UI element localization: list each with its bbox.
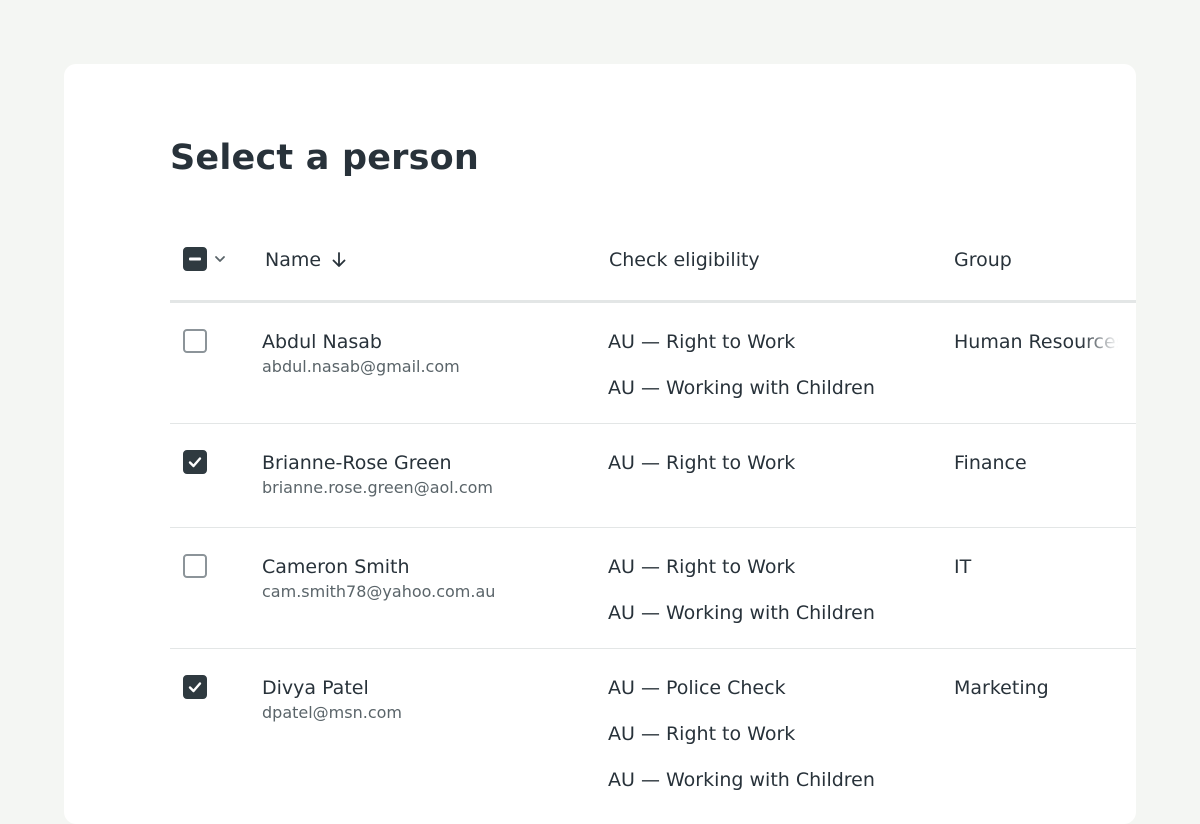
check-item: AU — Right to Work (608, 556, 796, 578)
row-checkbox[interactable] (183, 450, 207, 474)
chevron-down-icon[interactable] (213, 252, 227, 266)
check-list: AU — Right to Work (608, 450, 795, 496)
check-item: AU — Right to Work (608, 452, 796, 474)
person-cell: Brianne-Rose Green brianne.rose.green@ao… (262, 450, 493, 499)
table-row[interactable]: Cameron Smith cam.smith78@yahoo.com.au A… (170, 528, 1136, 649)
check-item: AU — Right to Work (608, 723, 796, 745)
select-all-control[interactable] (183, 247, 227, 271)
group-cell: Human Resources (954, 331, 1118, 353)
person-name: Abdul Nasab (262, 331, 382, 353)
person-cell: Cameron Smith cam.smith78@yahoo.com.au (262, 554, 495, 603)
column-header-name[interactable]: Name (265, 246, 349, 274)
group-cell: Finance (954, 452, 1027, 474)
person-email: dpatel@msn.com (262, 703, 402, 722)
check-item: AU — Right to Work (608, 331, 796, 353)
check-item: AU — Police Check (608, 677, 786, 699)
person-email: abdul.nasab@gmail.com (262, 357, 460, 376)
person-cell: Divya Patel dpatel@msn.com (262, 675, 402, 724)
select-all-checkbox[interactable] (183, 247, 207, 271)
table-row[interactable]: Abdul Nasab abdul.nasab@gmail.com AU — R… (170, 303, 1136, 424)
minus-icon (189, 257, 201, 261)
table-row[interactable]: Divya Patel dpatel@msn.com AU — Police C… (170, 649, 1136, 819)
check-list: AU — Right to Work AU — Working with Chi… (608, 554, 875, 646)
check-item: AU — Working with Children (608, 769, 875, 791)
arrow-down-icon (332, 252, 346, 267)
check-list: AU — Right to Work AU — Working with Chi… (608, 329, 875, 421)
check-list: AU — Police Check AU — Right to Work AU … (608, 675, 875, 813)
column-header-name-label: Name (265, 249, 322, 271)
group-cell: Marketing (954, 677, 1049, 699)
page-title: Select a person (170, 138, 479, 178)
table-row[interactable]: Brianne-Rose Green brianne.rose.green@ao… (170, 424, 1136, 528)
person-email: brianne.rose.green@aol.com (262, 478, 493, 497)
group-cell: IT (954, 556, 972, 578)
column-header-check-eligibility: Check eligibility (609, 249, 760, 271)
check-item: AU — Working with Children (608, 377, 875, 399)
checkmark-icon (188, 457, 202, 468)
people-table: Name Check eligibility Group Abdul Nasab… (170, 230, 1136, 819)
selection-card: Select a person Name Check eligibility G… (64, 64, 1136, 824)
person-cell: Abdul Nasab abdul.nasab@gmail.com (262, 329, 460, 378)
table-header: Name Check eligibility Group (170, 230, 1136, 303)
row-checkbox[interactable] (183, 675, 207, 699)
checkmark-icon (188, 682, 202, 693)
person-name: Cameron Smith (262, 556, 410, 578)
column-header-group: Group (954, 249, 1012, 271)
row-checkbox[interactable] (183, 554, 207, 578)
person-name: Brianne-Rose Green (262, 452, 452, 474)
person-email: cam.smith78@yahoo.com.au (262, 582, 496, 601)
check-item: AU — Working with Children (608, 602, 875, 624)
person-name: Divya Patel (262, 677, 369, 699)
row-checkbox[interactable] (183, 329, 207, 353)
